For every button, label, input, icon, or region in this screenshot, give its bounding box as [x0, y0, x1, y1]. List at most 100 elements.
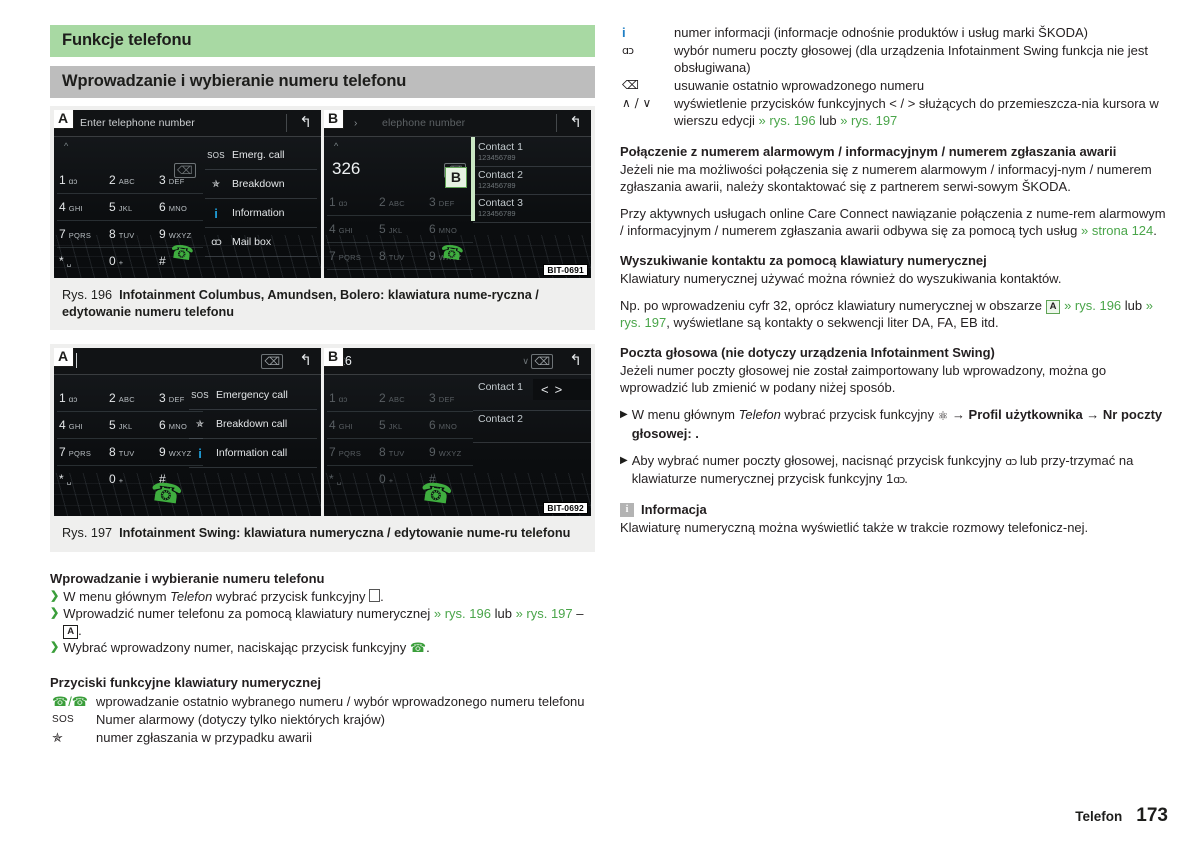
cross-reference-link[interactable]: » rys. 196 [434, 606, 491, 621]
text: – [572, 605, 584, 621]
cross-reference-link[interactable]: » rys. 196 [759, 113, 816, 128]
key-5[interactable]: 5 JKL [104, 200, 154, 214]
key-2[interactable]: 2 ABC [104, 173, 154, 187]
contact-results-list: Contact 1 123456789 Contact 2 123456789 … [473, 139, 591, 223]
contact-row[interactable]: Contact 2 [473, 411, 591, 443]
key-1[interactable]: 1 ɑɔ [324, 391, 374, 405]
key-star[interactable]: *␣ [324, 472, 374, 486]
key-9[interactable]: 9 WXYZ [424, 445, 474, 459]
key-4[interactable]: 4 GHI [324, 222, 374, 236]
call-handset-icon[interactable]: ☎ [439, 240, 466, 266]
key-2[interactable]: 2 ABC [374, 195, 424, 209]
callout-bracket [471, 137, 475, 221]
menu-item-mailbox[interactable]: ɑɔ Mail box [205, 228, 317, 257]
cross-reference-link[interactable]: » rys. 196 [1064, 298, 1121, 313]
subsection-heading: Poczta głosowa (nie dotyczy urządzenia I… [620, 345, 995, 360]
cross-reference-link[interactable]: » strona 124 [1081, 223, 1153, 238]
list-item: ❯ Wybrać wprowadzony numer, naciskając p… [50, 639, 595, 656]
figure-196-caption: Rys. 196 Infotainment Columbus, Amundsen… [54, 278, 591, 324]
key-0[interactable]: 0+ [104, 472, 154, 486]
key-7[interactable]: 7 PQRS [324, 249, 374, 263]
backspace-icon[interactable]: ⌫ [531, 354, 553, 369]
definition-row: ✯ numer zgłaszania w przypadku awarii [50, 729, 595, 746]
key-0[interactable]: 0+ [374, 472, 424, 486]
back-arrow-icon[interactable]: ↰ [569, 351, 582, 369]
call-handset-icon[interactable]: ☎ [148, 476, 184, 511]
key-3[interactable]: 3 DEF [154, 173, 204, 187]
contact-row[interactable]: Contact 2 123456789 [473, 167, 591, 195]
call-handset-icon[interactable]: ☎ [169, 240, 196, 266]
key-star[interactable]: *␣ [54, 472, 104, 486]
menu-name: Telefon [738, 407, 781, 422]
key-star[interactable]: *␣ [54, 254, 104, 268]
key-7[interactable]: 7 PQRS [54, 445, 104, 459]
text-cursor [76, 353, 77, 368]
call-handset-icon[interactable]: ☎ [418, 476, 454, 511]
screen-body: ^ ⌫ 1 ɑɔ 2 ABC 3 DEF 4 GHI 5 JKL 6 MNO 7… [54, 137, 321, 278]
keypad-row: 4 GHI 5 JKL 6 MNO [54, 412, 206, 438]
contact-row[interactable]: Contact 1 123456789 [473, 139, 591, 167]
key-6[interactable]: 6 MNO [424, 222, 474, 236]
key-7[interactable]: 7 PQRS [324, 445, 374, 459]
key-8[interactable]: 8 TUV [374, 249, 424, 263]
key-0[interactable]: 0+ [104, 254, 154, 268]
key-4[interactable]: 4 GHI [54, 418, 104, 432]
screen-body: 1 ɑɔ 2 ABC 3 DEF 4 GHI 5 JKL 6 MNO 7 PQR… [324, 375, 591, 516]
key-4[interactable]: 4 GHI [54, 200, 104, 214]
triangle-bullet-icon: ▶ [620, 409, 628, 420]
figure-197: ⌫ ↰ 1 ɑɔ 2 ABC 3 DEF 4 GHI 5 JKL 6 MNO 7… [50, 344, 595, 552]
key-star[interactable]: *␣ [324, 276, 374, 278]
voicemail-icon: ɑɔ [893, 473, 905, 486]
back-arrow-icon[interactable]: ↰ [299, 351, 312, 369]
nav-prev-button[interactable]: < [541, 382, 555, 397]
text: W menu głównym [63, 588, 171, 604]
note-block: i Informacja Klawiaturę numeryczną można… [620, 502, 1168, 536]
key-8[interactable]: 8 TUV [374, 445, 424, 459]
menu-item-information[interactable]: i Information call [189, 439, 317, 468]
screen-header: 326 ∨ ⌫ ↰ [324, 348, 591, 375]
cross-reference-link[interactable]: » rys. 197 [516, 606, 573, 621]
menu-item-information[interactable]: i Information [205, 199, 317, 228]
wrench-icon: ✯ [211, 178, 221, 190]
key-4[interactable]: 4 GHI [324, 418, 374, 432]
key-0[interactable]: 0+ [374, 276, 424, 278]
key-hash[interactable]: # [424, 276, 474, 278]
keypad-a: 1 ɑɔ 2 ABC 3 DEF 4 GHI 5 JKL 6 MNO 7 PQR… [54, 381, 206, 492]
cross-reference-link[interactable]: » rys. 197 [840, 113, 897, 128]
nav-next-button[interactable]: > [555, 382, 569, 397]
phone-handset-icon: ☎ [409, 639, 427, 655]
text: Aby wybrać numer poczty głosowej, nacisn… [631, 453, 1006, 468]
key-2[interactable]: 2 ABC [374, 391, 424, 405]
backspace-icon: ⌫ [622, 78, 639, 92]
key-5[interactable]: 5 JKL [374, 418, 424, 432]
bullet-icon: ❯ [50, 606, 60, 619]
key-5[interactable]: 5 JKL [374, 222, 424, 236]
backspace-icon[interactable]: ⌫ [261, 354, 283, 369]
key-1[interactable]: 1 ɑɔ [324, 195, 374, 209]
key-1[interactable]: 1 ɑɔ [54, 173, 104, 187]
key-3[interactable]: 3 DEF [424, 195, 474, 209]
key-3[interactable]: 3 DEF [424, 391, 474, 405]
menu-item-emergency[interactable]: SOS Emerg. call [205, 141, 317, 170]
definition-row: i numer informacji (informacje odnośnie … [620, 24, 1168, 41]
key-9[interactable]: 9 WXYZ [154, 227, 204, 241]
key-6[interactable]: 6 MNO [424, 418, 474, 432]
menu-item-label: Emerg. call [232, 149, 285, 161]
key-8[interactable]: 8 TUV [104, 445, 154, 459]
figure-196: Enter telephone number ↰ ^ ⌫ 1 ɑɔ 2 ABC 3D [50, 106, 595, 330]
key-7[interactable]: 7 PQRS [54, 227, 104, 241]
menu-item-breakdown[interactable]: ✯ Breakdown call [189, 410, 317, 439]
key-8[interactable]: 8 TUV [104, 227, 154, 241]
menu-item-label: Information [232, 207, 285, 219]
text: . [426, 639, 430, 655]
screen-title-b: elephone number [382, 117, 466, 129]
text: . [1153, 223, 1157, 238]
menu-item-emergency[interactable]: SOS Emergency call [189, 381, 317, 410]
key-6[interactable]: 6 MNO [154, 200, 204, 214]
chevron-down-icon[interactable]: ∨ [522, 356, 529, 367]
key-2[interactable]: 2 ABC [104, 391, 154, 405]
key-5[interactable]: 5 JKL [104, 418, 154, 432]
key-1[interactable]: 1 ɑɔ [54, 391, 104, 405]
contact-row[interactable]: Contact 3 123456789 [473, 195, 591, 223]
menu-item-breakdown[interactable]: ✯ Breakdown [205, 170, 317, 199]
